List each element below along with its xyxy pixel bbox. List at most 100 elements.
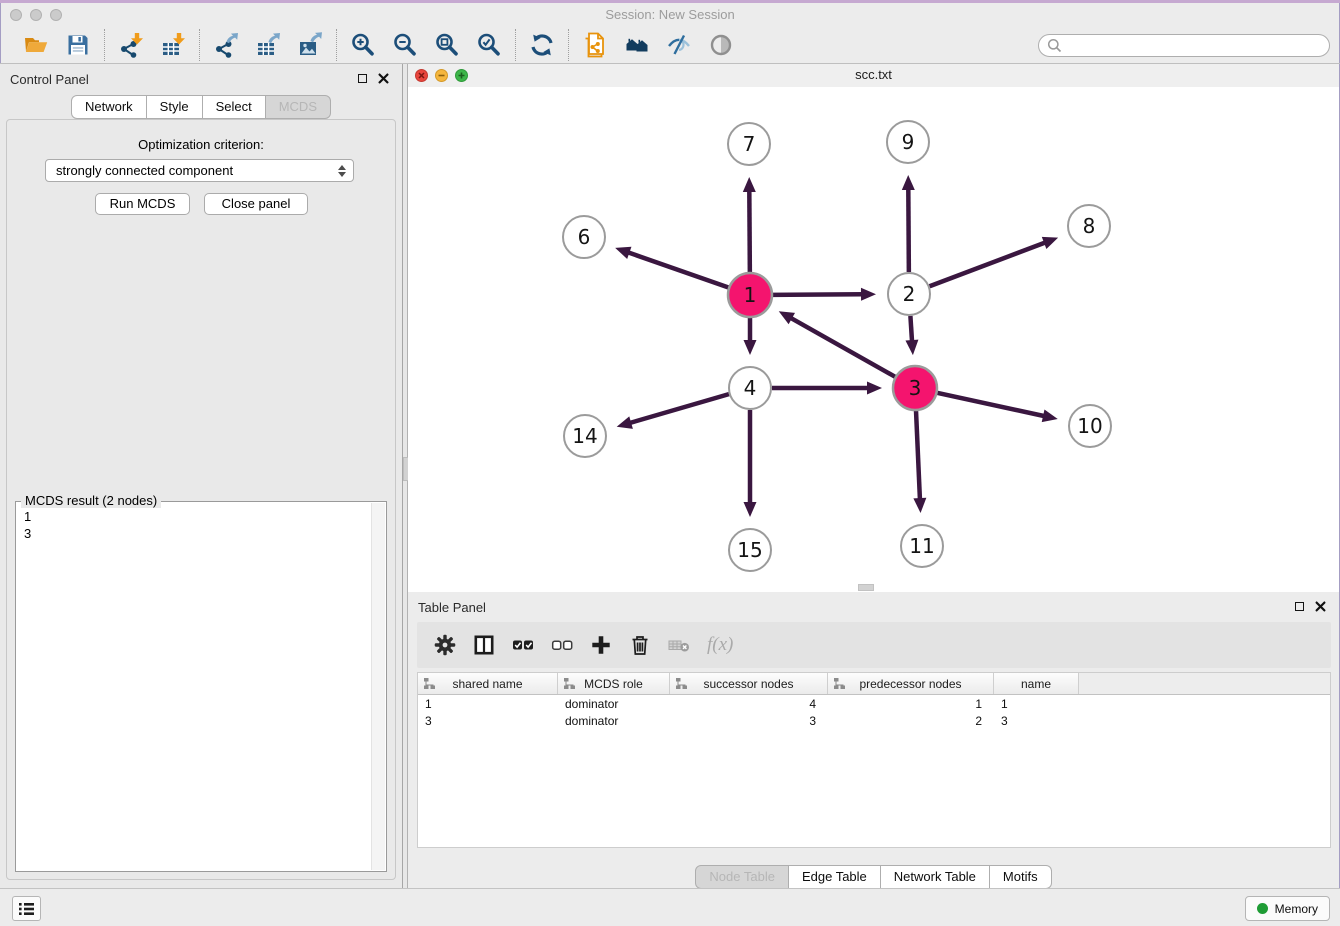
- column-header-mcds-role[interactable]: MCDS role: [558, 673, 670, 694]
- graph-edge-1-7[interactable]: [749, 190, 750, 273]
- column-header-predecessor-nodes[interactable]: predecessor nodes: [828, 673, 994, 694]
- float-table-panel-icon[interactable]: [1295, 602, 1304, 611]
- graph-node-14[interactable]: 14: [564, 415, 606, 457]
- table-body: 1dominator4113dominator323: [418, 695, 1330, 729]
- memory-button-label: Memory: [1275, 902, 1318, 916]
- graph-node-8[interactable]: 8: [1068, 205, 1110, 247]
- graph-edge-1-2[interactable]: [772, 294, 863, 295]
- column-header-name[interactable]: name: [994, 673, 1079, 694]
- graph-edge-2-8[interactable]: [930, 242, 1046, 286]
- mcds-result-list[interactable]: 13: [18, 504, 371, 869]
- delete-column-icon[interactable]: [629, 634, 651, 656]
- zoom-in-icon[interactable]: [350, 32, 376, 58]
- column-header-shared-name[interactable]: shared name: [418, 673, 558, 694]
- zoom-window-icon[interactable]: [50, 9, 62, 21]
- save-session-icon[interactable]: [65, 32, 91, 58]
- minimize-window-icon[interactable]: [30, 9, 42, 21]
- tab-network-table[interactable]: Network Table: [881, 865, 990, 889]
- table-row[interactable]: 3dominator323: [418, 712, 1330, 729]
- svg-text:10: 10: [1077, 414, 1102, 438]
- open-session-icon[interactable]: [23, 32, 49, 58]
- header-filler: [1079, 673, 1330, 694]
- close-window-icon[interactable]: [10, 9, 22, 21]
- svg-text:3: 3: [909, 376, 922, 400]
- graph-edge-arrowhead: [913, 498, 926, 513]
- zoom-out-icon[interactable]: [392, 32, 418, 58]
- memory-button[interactable]: Memory: [1245, 896, 1330, 921]
- status-bar: Memory: [0, 888, 1340, 926]
- export-image-icon[interactable]: [297, 32, 323, 58]
- select-all-rows-icon[interactable]: [512, 634, 534, 656]
- control-panel: Control Panel NetworkStyleSelectMCDS Opt…: [0, 64, 403, 888]
- select-stepper-icon: [338, 165, 348, 177]
- column-header-successor-nodes[interactable]: successor nodes: [670, 673, 828, 694]
- zoom-selected-icon[interactable]: [476, 32, 502, 58]
- run-mcds-button[interactable]: Run MCDS: [95, 193, 190, 215]
- graph-edge-2-3[interactable]: [910, 316, 912, 342]
- table-toolbar: f(x): [417, 622, 1331, 668]
- svg-text:8: 8: [1083, 214, 1096, 238]
- graph-node-9[interactable]: 9: [887, 121, 929, 163]
- graph-node-10[interactable]: 10: [1069, 405, 1111, 447]
- horizontal-splitter-grip[interactable]: [858, 584, 874, 591]
- import-table-icon[interactable]: [160, 32, 186, 58]
- show-task-history-button[interactable]: [12, 896, 41, 921]
- main-toolbar: [0, 27, 1340, 64]
- close-table-panel-icon[interactable]: [1315, 601, 1326, 612]
- graph-edge-arrowhead: [867, 382, 882, 395]
- show-column-icon[interactable]: [473, 634, 495, 656]
- network-close-icon[interactable]: [415, 69, 428, 82]
- graph-node-2[interactable]: 2: [888, 273, 930, 315]
- hide-panels-icon[interactable]: [666, 32, 692, 58]
- delete-table-icon: [668, 634, 690, 656]
- svg-text:2: 2: [903, 282, 916, 306]
- graph-node-3[interactable]: 3: [893, 366, 937, 410]
- search-input[interactable]: [1067, 37, 1321, 53]
- refresh-network-icon[interactable]: [529, 32, 555, 58]
- graph-edge-arrowhead: [744, 340, 757, 355]
- table-cell: 1: [418, 697, 558, 711]
- tab-style[interactable]: Style: [147, 95, 203, 119]
- float-panel-icon[interactable]: [358, 74, 367, 83]
- graph-edge-2-9[interactable]: [908, 188, 909, 272]
- export-network-icon[interactable]: [213, 32, 239, 58]
- zoom-fit-icon[interactable]: [434, 32, 460, 58]
- criterion-select[interactable]: strongly connected component: [45, 159, 354, 182]
- table-row[interactable]: 1dominator411: [418, 695, 1330, 712]
- add-column-icon[interactable]: [590, 634, 612, 656]
- result-scrollbar[interactable]: [371, 503, 385, 870]
- graph-edge-arrowhead: [744, 502, 757, 517]
- traffic-lights-inactive: [10, 9, 62, 21]
- graph-node-4[interactable]: 4: [729, 367, 771, 409]
- tab-network[interactable]: Network: [71, 95, 147, 119]
- home-view-icon[interactable]: [624, 32, 650, 58]
- export-table-icon[interactable]: [255, 32, 281, 58]
- graph-edge-arrowhead: [902, 175, 915, 190]
- tab-select[interactable]: Select: [203, 95, 266, 119]
- close-panel-icon[interactable]: [378, 73, 389, 84]
- network-minimize-icon[interactable]: [435, 69, 448, 82]
- tab-node-table[interactable]: Node Table: [695, 865, 789, 889]
- deselect-all-rows-icon[interactable]: [551, 634, 573, 656]
- birds-eye-view-icon[interactable]: [708, 32, 734, 58]
- close-panel-button[interactable]: Close panel: [204, 193, 308, 215]
- network-canvas[interactable]: 7 9 6 8 1 2 4 3 14 10 15 11: [408, 87, 1339, 592]
- graph-edge-arrowhead: [743, 177, 756, 192]
- tab-edge-table[interactable]: Edge Table: [789, 865, 881, 889]
- graph-edge-1-6[interactable]: [627, 252, 729, 288]
- import-network-icon[interactable]: [118, 32, 144, 58]
- tab-motifs[interactable]: Motifs: [990, 865, 1052, 889]
- graph-edge-4-14[interactable]: [629, 394, 729, 423]
- graph-edge-3-10[interactable]: [936, 393, 1045, 417]
- graph-node-7[interactable]: 7: [728, 123, 770, 165]
- graph-node-1[interactable]: 1: [728, 273, 772, 317]
- network-from-file-icon[interactable]: [582, 32, 608, 58]
- network-maximize-icon[interactable]: [455, 69, 468, 82]
- graph-edge-3-1[interactable]: [790, 318, 896, 378]
- settings-gear-icon[interactable]: [434, 634, 456, 656]
- graph-node-6[interactable]: 6: [563, 216, 605, 258]
- graph-node-15[interactable]: 15: [729, 529, 771, 571]
- graph-edge-3-11[interactable]: [916, 410, 920, 500]
- tab-mcds[interactable]: MCDS: [266, 95, 331, 119]
- graph-node-11[interactable]: 11: [901, 525, 943, 567]
